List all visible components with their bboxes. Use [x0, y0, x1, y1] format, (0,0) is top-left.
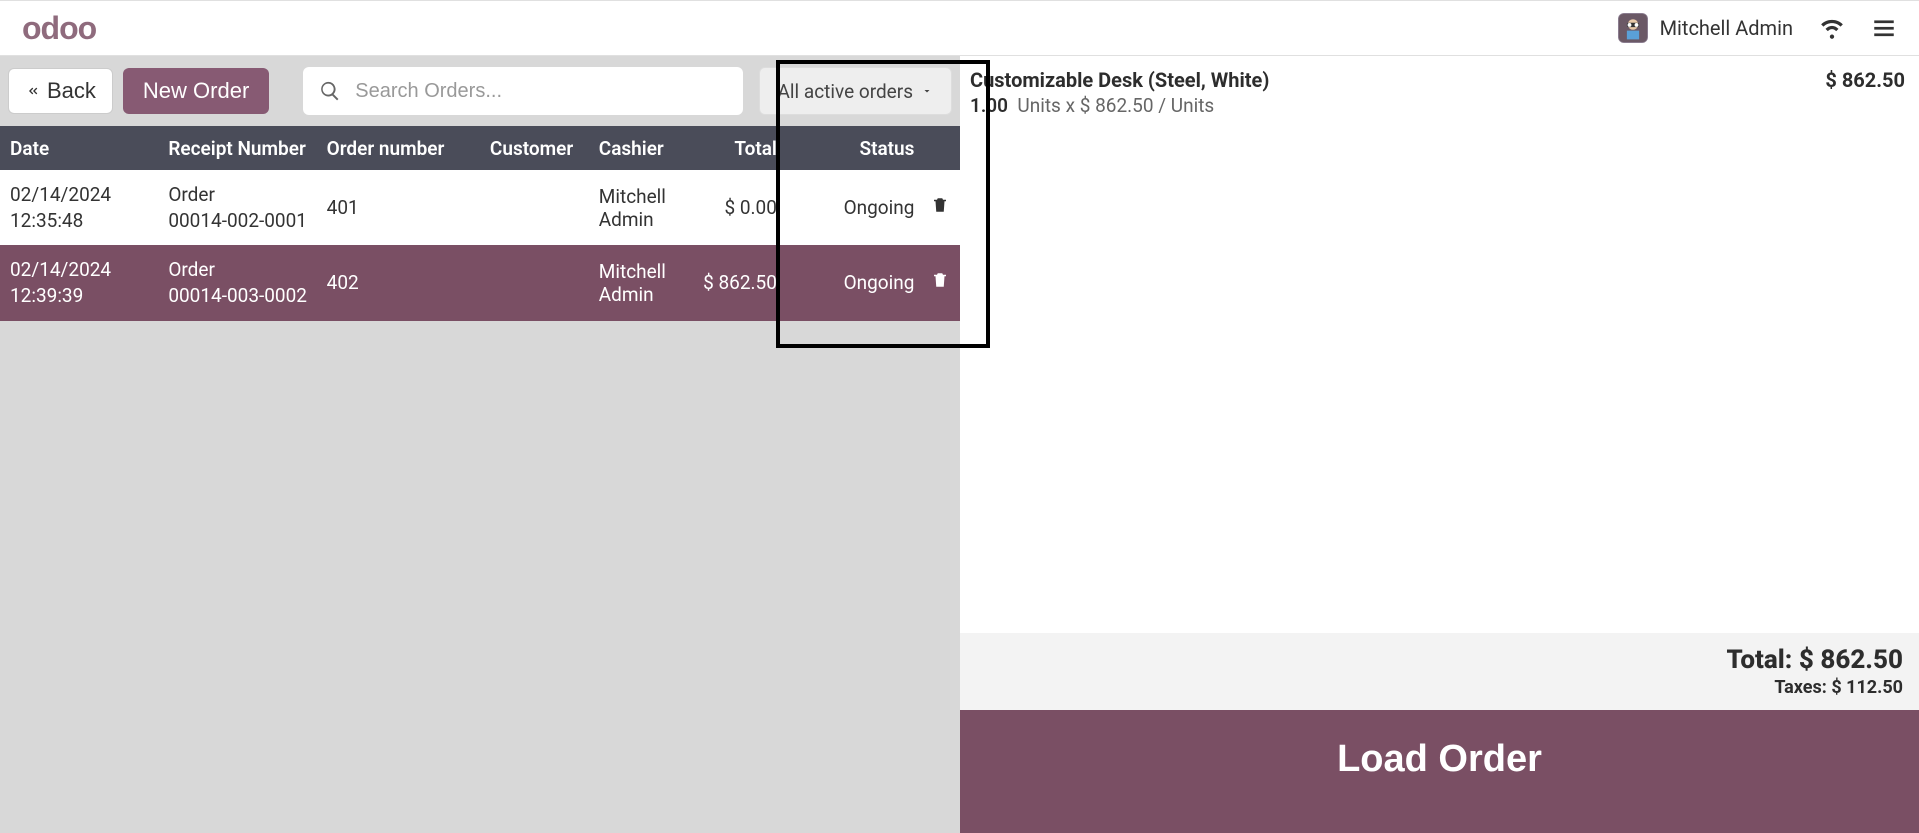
- tax-label: Taxes:: [1774, 677, 1827, 698]
- total-label: Total:: [1727, 645, 1793, 675]
- order-detail-panel: Customizable Desk (Steel, White) 1.00 Un…: [960, 56, 1919, 833]
- wifi-icon[interactable]: [1819, 15, 1845, 41]
- back-button[interactable]: Back: [8, 68, 113, 114]
- cell-status: Ongoing: [777, 196, 921, 219]
- order-line[interactable]: Customizable Desk (Steel, White) 1.00 Un…: [960, 56, 1919, 123]
- top-right-controls: Mitchell Admin: [1618, 13, 1897, 43]
- total-value: $ 862.50: [1799, 645, 1903, 675]
- filter-dropdown[interactable]: All active orders: [759, 67, 952, 115]
- odoo-logo[interactable]: odoo: [22, 10, 96, 47]
- col-header-ordernum: Order number: [327, 137, 490, 160]
- col-header-status: Status: [777, 137, 921, 160]
- new-order-button[interactable]: New Order: [123, 68, 269, 114]
- user-name[interactable]: Mitchell Admin: [1660, 16, 1793, 40]
- table-row[interactable]: 02/14/202412:35:48 Order00014-002-0001 4…: [0, 170, 960, 245]
- orders-panel: Back New Order All active orders Date Re…: [0, 56, 960, 833]
- cell-ordernum: 401: [327, 196, 490, 219]
- col-header-total: Total: [698, 137, 777, 160]
- col-header-receipt: Receipt Number: [168, 137, 326, 160]
- cell-cashier: MitchellAdmin: [599, 260, 698, 306]
- back-label: Back: [47, 78, 96, 104]
- load-order-button[interactable]: Load Order: [960, 710, 1919, 833]
- toolbar: Back New Order All active orders: [0, 56, 960, 126]
- cell-total: $ 0.00: [698, 196, 777, 219]
- search-input[interactable]: [355, 80, 726, 103]
- cell-cashier: MitchellAdmin: [599, 185, 698, 231]
- product-qty-line: 1.00 Units x $ 862.50 / Units: [970, 94, 1269, 117]
- cell-date: 02/14/202412:35:48: [0, 182, 168, 233]
- cell-receipt: Order00014-003-0002: [168, 257, 326, 308]
- totals-bar: Total: $ 862.50 Taxes: $ 112.50: [960, 633, 1919, 710]
- filter-label: All active orders: [778, 80, 913, 103]
- trash-icon[interactable]: [931, 271, 949, 289]
- cell-status: Ongoing: [777, 271, 921, 294]
- avatar[interactable]: [1618, 13, 1648, 43]
- cell-date: 02/14/202412:39:39: [0, 257, 168, 308]
- table-header: Date Receipt Number Order number Custome…: [0, 126, 960, 170]
- cell-ordernum: 402: [327, 271, 490, 294]
- trash-icon[interactable]: [931, 196, 949, 214]
- product-name: Customizable Desk (Steel, White): [970, 68, 1269, 92]
- cell-receipt: Order00014-002-0001: [168, 182, 326, 233]
- col-header-cashier: Cashier: [599, 137, 698, 160]
- col-header-customer: Customer: [490, 137, 599, 160]
- top-bar: odoo Mitchell Admin: [0, 0, 1919, 56]
- line-price: $ 862.50: [1825, 68, 1905, 117]
- tax-value: $ 112.50: [1831, 677, 1903, 698]
- chevron-double-left-icon: [25, 83, 41, 99]
- search-wrapper: [303, 67, 742, 115]
- col-header-date: Date: [0, 137, 168, 160]
- cell-total: $ 862.50: [698, 271, 777, 294]
- hamburger-menu-icon[interactable]: [1871, 15, 1897, 41]
- caret-down-icon: [921, 85, 933, 97]
- table-row[interactable]: 02/14/202412:39:39 Order00014-003-0002 4…: [0, 245, 960, 320]
- search-icon: [319, 80, 341, 102]
